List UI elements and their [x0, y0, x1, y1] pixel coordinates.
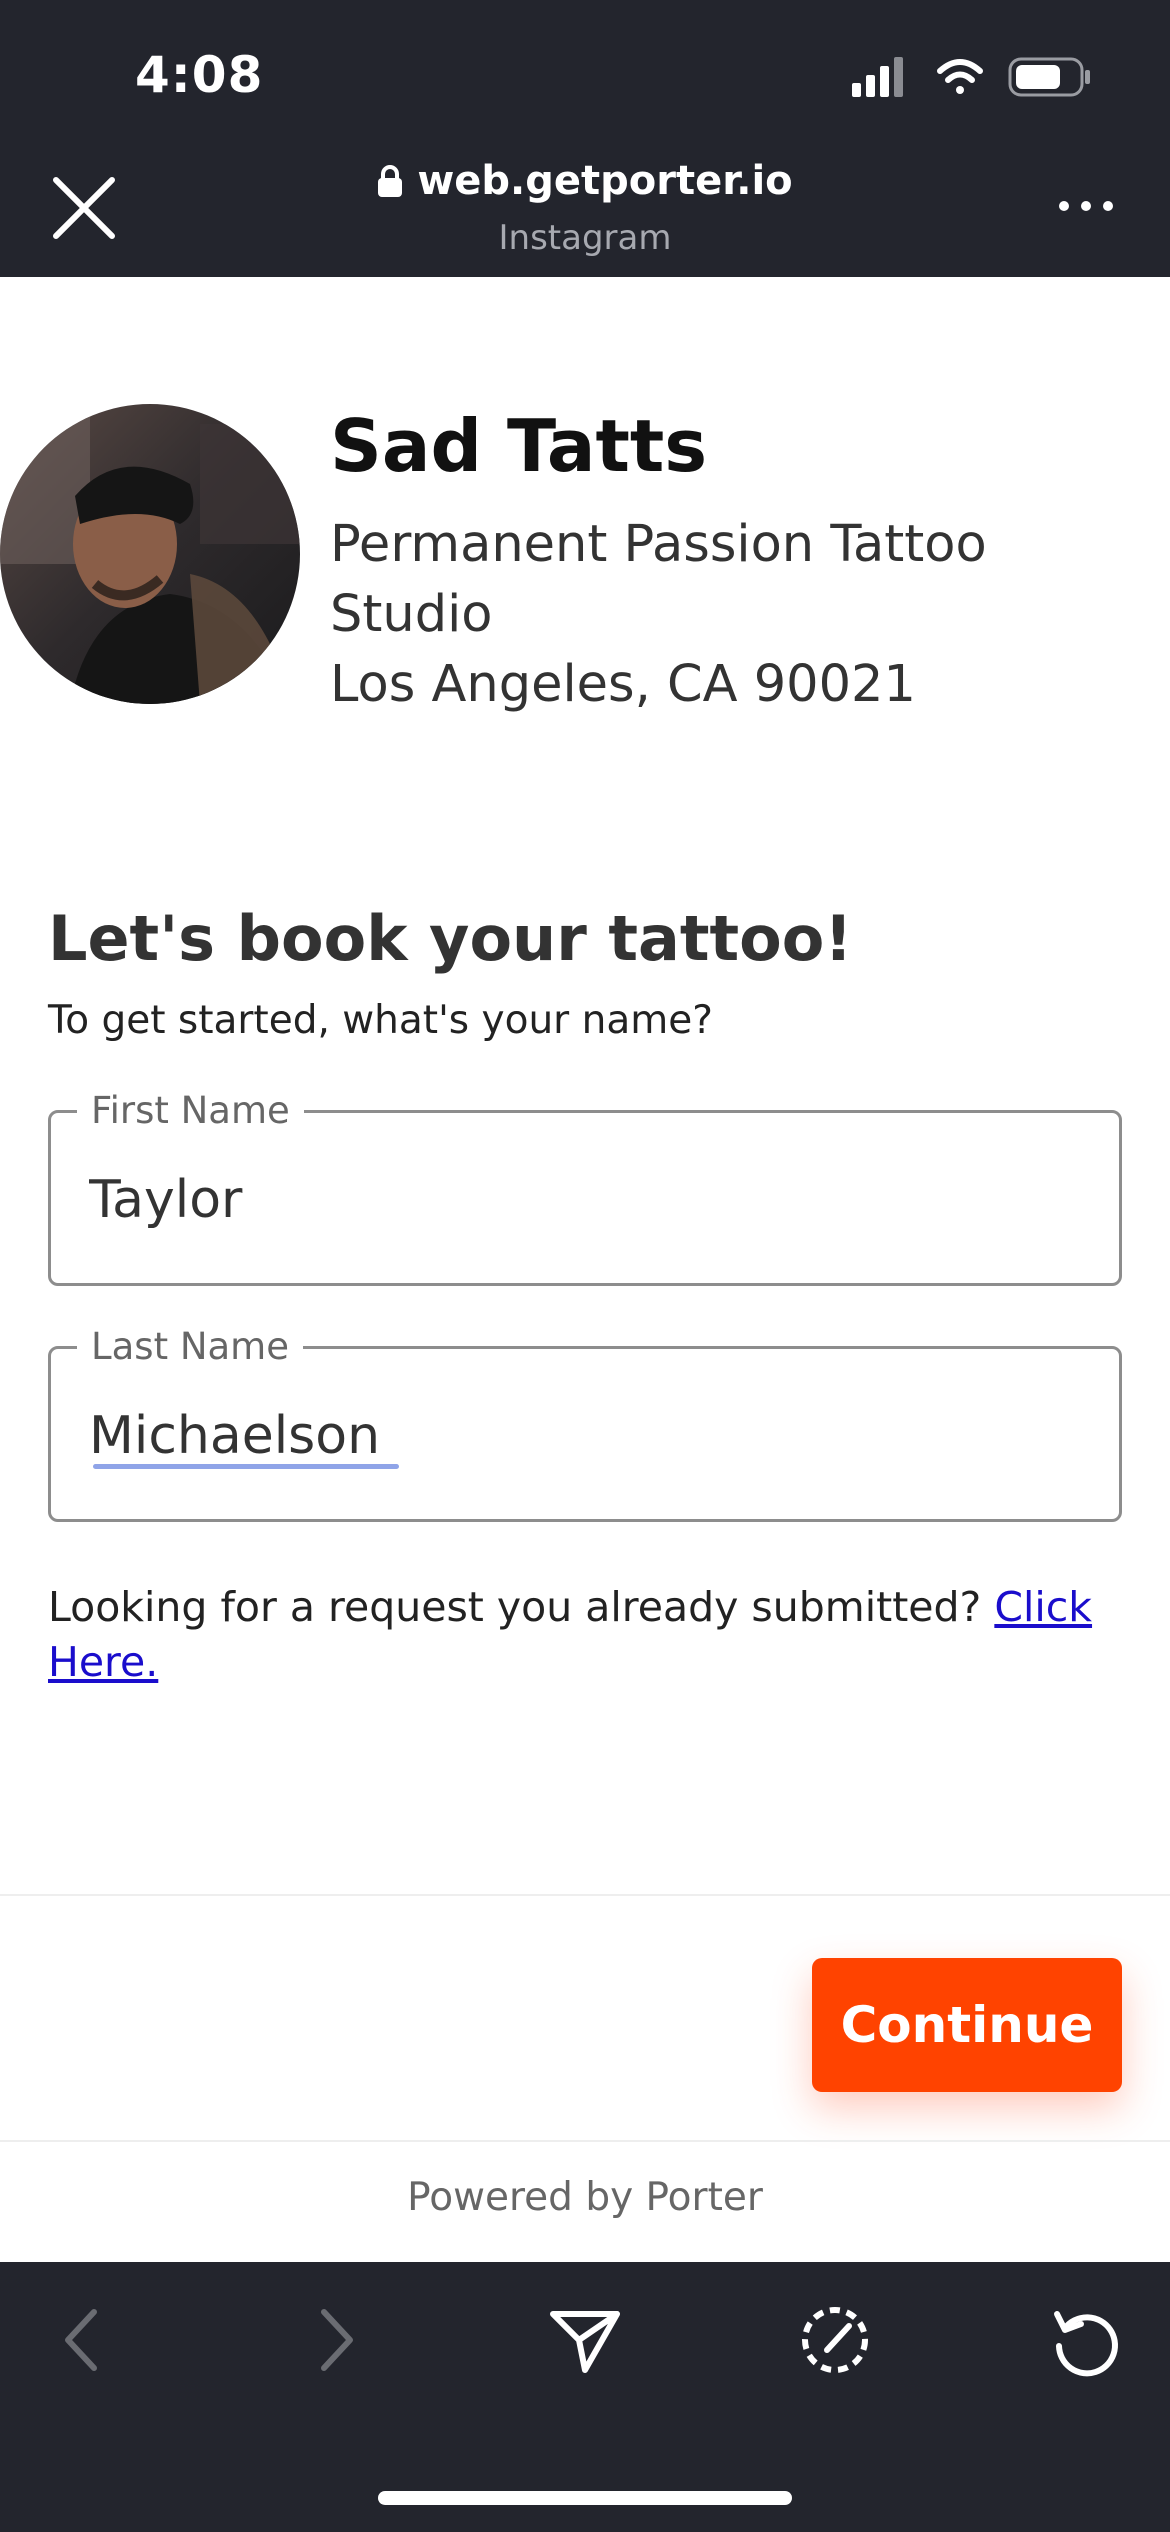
- url-text: web.getporter.io: [417, 158, 793, 204]
- forward-icon[interactable]: [294, 2300, 374, 2380]
- first-name-label: First Name: [77, 1089, 304, 1132]
- first-name-input[interactable]: [89, 1165, 1079, 1235]
- avatar: [0, 404, 300, 704]
- footer-divider-bottom: [0, 2140, 1170, 2142]
- lookup-request: Looking for a request you already submit…: [48, 1580, 1138, 1690]
- studio-info: Permanent Passion Tattoo Studio Los Ange…: [330, 510, 1130, 720]
- status-icons: [852, 57, 1090, 97]
- cellular-signal-icon: [852, 57, 903, 97]
- safari-compass-icon[interactable]: [795, 2300, 875, 2380]
- lock-icon: [378, 165, 403, 197]
- studio-location: Los Angeles, CA 90021: [330, 655, 916, 714]
- spellcheck-underline: [93, 1464, 399, 1469]
- status-time: 4:08: [135, 46, 264, 104]
- url-source: Instagram: [498, 218, 672, 258]
- first-name-field[interactable]: First Name: [48, 1089, 1122, 1286]
- reload-icon[interactable]: [1045, 2300, 1125, 2380]
- studio-name-line-1: Permanent Passion Tattoo: [330, 515, 987, 574]
- last-name-label: Last Name: [77, 1325, 303, 1368]
- artist-name: Sad Tatts: [330, 404, 708, 488]
- share-icon[interactable]: [545, 2300, 625, 2380]
- continue-button[interactable]: Continue: [812, 1958, 1122, 2092]
- wifi-icon: [937, 59, 983, 94]
- more-icon[interactable]: [1056, 198, 1116, 214]
- footer-divider-top: [0, 1894, 1170, 1896]
- form-prompt: To get started, what's your name?: [48, 998, 713, 1043]
- page-title: Let's book your tattoo!: [48, 902, 853, 975]
- lookup-text: Looking for a request you already submit…: [48, 1583, 982, 1631]
- url-bar[interactable]: web.getporter.io: [0, 158, 1170, 204]
- home-indicator: [378, 2491, 792, 2505]
- last-name-field[interactable]: Last Name: [48, 1325, 1122, 1522]
- battery-icon: [1008, 57, 1090, 97]
- studio-name-line-2: Studio: [330, 585, 493, 644]
- powered-by: Powered by Porter: [407, 2175, 763, 2220]
- last-name-input[interactable]: [89, 1401, 1079, 1471]
- back-icon[interactable]: [44, 2300, 124, 2380]
